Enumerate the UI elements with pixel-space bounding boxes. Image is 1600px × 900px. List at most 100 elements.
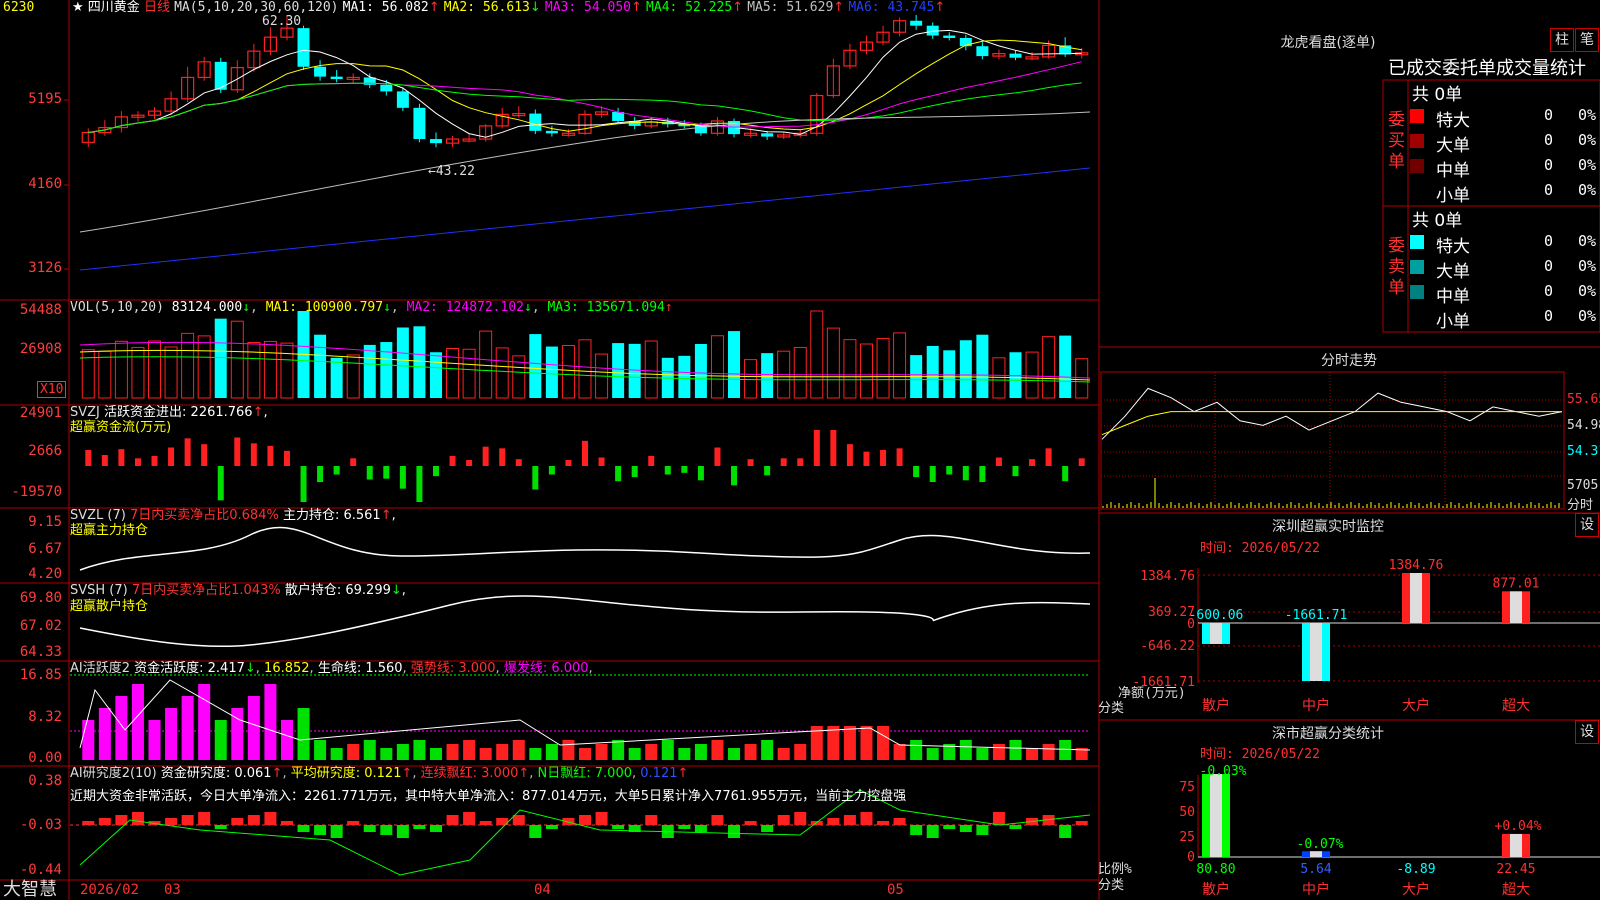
flow-bar-out	[681, 466, 688, 473]
candle-body-down	[943, 35, 956, 39]
flow-bar-out	[1012, 466, 1019, 477]
research-bar-down	[612, 825, 625, 829]
svzl-arrow: ↑	[380, 508, 392, 523]
classify-top-label: +0.04%	[1495, 819, 1542, 834]
order-stat-label: 特大	[1436, 237, 1470, 257]
research-bar-up	[843, 815, 856, 825]
research-bar-down	[363, 825, 376, 832]
ai-active-a1: ↓	[244, 661, 256, 676]
research-bar-down	[761, 825, 774, 832]
activity-bar	[264, 684, 277, 760]
column-view-button[interactable]: 柱	[1550, 28, 1574, 52]
volume-bar-down	[628, 343, 641, 398]
volume-unit-button[interactable]: X10	[37, 381, 67, 398]
ai-research-t3: 连续飘红: 3.000	[420, 766, 519, 781]
candle-body-down	[330, 76, 343, 80]
candle-body-down	[429, 139, 442, 144]
order-stat-count: 0	[1544, 282, 1554, 300]
research-bar-down	[214, 825, 227, 829]
flow-bar-in	[283, 450, 290, 466]
research-bar-up	[247, 815, 260, 825]
flow-bar-out	[615, 466, 622, 482]
research-bar-up	[280, 821, 293, 825]
flow-bar-in	[863, 451, 870, 466]
vol-ma2: MA2: 124872.102	[406, 300, 524, 315]
buy-total: 共 0单	[1412, 85, 1463, 105]
classify-settings-button[interactable]: 设	[1575, 720, 1599, 744]
volume-bar-down	[413, 326, 426, 398]
svzl-y-label: 9.15	[28, 514, 62, 530]
flow-bar-in	[880, 450, 887, 466]
ai-research-a5: ↑	[677, 766, 689, 781]
flow-bar-out	[664, 466, 671, 475]
monitor-bar-highlight	[1510, 591, 1522, 623]
volume-bar-up	[876, 337, 890, 399]
flow-bar-in	[598, 457, 605, 466]
research-bar-down	[926, 825, 939, 838]
svzj-value: 活跃资金进出: 2261.766	[104, 405, 253, 420]
flow-bar-out	[217, 466, 224, 501]
activity-bar	[910, 740, 923, 760]
research-bar-up	[446, 815, 459, 825]
volume-bar-up	[793, 346, 807, 399]
research-bar-up	[579, 815, 591, 825]
ma1-value: MA1: 56.082	[342, 0, 429, 15]
flow-bar-out	[946, 466, 953, 475]
order-stat-row: 特大 0 0%	[1410, 106, 1600, 131]
volume-bar-up	[230, 320, 244, 399]
svsh-arrow: ↓	[390, 583, 402, 598]
order-stat-count: 0	[1544, 131, 1554, 149]
activity-bar	[612, 740, 625, 760]
monitor-settings-button[interactable]: 设	[1575, 513, 1599, 537]
main-y-label: 4160	[28, 176, 62, 192]
research-bar-up	[479, 821, 492, 825]
ai-research-y-label: 0.38	[28, 773, 62, 789]
order-stat-row: 中单 0 0%	[1410, 282, 1600, 307]
activity-bar	[976, 748, 989, 760]
research-bar-up	[198, 812, 211, 825]
order-stat-label: 大单	[1436, 136, 1470, 156]
activity-bar	[446, 744, 459, 760]
flow-bar-in	[813, 430, 820, 466]
ai-research-y-label: -0.03	[19, 817, 62, 833]
chart-canvas[interactable]: 1384.76369.270-646.22-1661.71-600.06散户-1…	[0, 0, 1600, 900]
star-icon[interactable]: ★	[72, 0, 84, 15]
flow-bar-out	[333, 466, 340, 475]
stock-terminal: 1384.76 369.27 0 -646.22 -1661.71 -600.06 散户 -1…	[0, 0, 1600, 900]
activity-bar	[694, 744, 707, 760]
period-label[interactable]: 日线	[144, 0, 170, 15]
research-bar-down	[943, 825, 956, 829]
order-stat-label: 中单	[1436, 287, 1470, 307]
intraday-title: 分时走势	[1321, 353, 1377, 369]
classify-y-label: 25	[1179, 830, 1195, 845]
activity-bar	[628, 748, 641, 760]
volume-bar-up	[744, 359, 758, 399]
ai-active-t1: 资金活跃度: 2.417	[134, 661, 245, 676]
flow-bar-in	[747, 459, 754, 466]
date-label: 2026/02	[80, 882, 140, 898]
intraday-price: 54.31	[1567, 444, 1600, 459]
volume-bar-up	[148, 340, 162, 399]
research-bar-down	[1059, 825, 1072, 838]
ai-active-t3: 生命线: 1.560	[317, 661, 403, 676]
volume-bar-up	[81, 349, 95, 399]
activity-bar	[347, 744, 360, 760]
activity-bar	[512, 740, 525, 760]
research-bar-up	[777, 815, 790, 825]
classify-bottom-label: 80.80	[1196, 862, 1235, 877]
stroke-view-button[interactable]: 笔	[1575, 28, 1599, 52]
flow-bar-in	[797, 458, 804, 466]
flow-bar-out	[697, 466, 704, 481]
high-price-label: 62.30	[262, 14, 302, 29]
intraday-volume: 5705	[1567, 478, 1599, 493]
ma3-arrow: ↑	[631, 0, 642, 15]
ma3-value: MA3: 54.050	[544, 0, 631, 15]
activity-bar	[529, 748, 542, 760]
candle-body-down	[529, 113, 542, 131]
activity-bar	[545, 744, 558, 760]
lhb-title: 龙虎看盘(逐单)	[1280, 35, 1376, 51]
svzl-name: SVZL (7)	[70, 508, 126, 523]
svsh-y-label: 64.33	[19, 644, 62, 660]
stock-name[interactable]: 四川黄金	[88, 0, 140, 15]
legend-swatch	[1410, 260, 1424, 274]
